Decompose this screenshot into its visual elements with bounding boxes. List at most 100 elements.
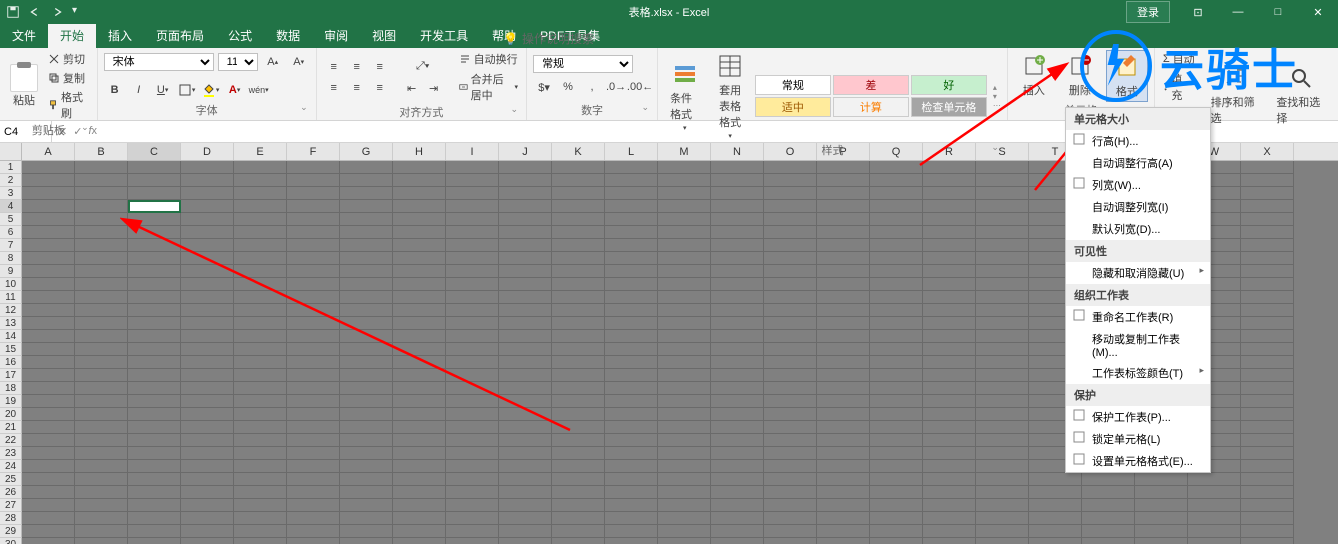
cell[interactable]: [870, 538, 923, 544]
dropdown-item[interactable]: 隐藏和取消隐藏(U): [1066, 262, 1210, 284]
cell[interactable]: [181, 174, 234, 187]
col-header-B[interactable]: B: [75, 143, 128, 160]
row-header[interactable]: 14: [0, 330, 22, 343]
cell[interactable]: [1029, 525, 1082, 538]
cell[interactable]: [75, 278, 128, 291]
cell[interactable]: [976, 538, 1029, 544]
row-header[interactable]: 18: [0, 382, 22, 395]
cell[interactable]: [22, 200, 75, 213]
cell[interactable]: [393, 174, 446, 187]
cell[interactable]: [1241, 265, 1294, 278]
cell[interactable]: [446, 499, 499, 512]
cell[interactable]: [764, 174, 817, 187]
cell[interactable]: [75, 226, 128, 239]
row-header[interactable]: 19: [0, 395, 22, 408]
cell[interactable]: [605, 304, 658, 317]
cell[interactable]: [128, 421, 181, 434]
cell[interactable]: [287, 226, 340, 239]
cell[interactable]: [605, 408, 658, 421]
align-center-icon[interactable]: ≡: [346, 78, 368, 98]
cell[interactable]: [393, 265, 446, 278]
cell[interactable]: [764, 213, 817, 226]
cell[interactable]: [22, 174, 75, 187]
cell[interactable]: [658, 447, 711, 460]
cell[interactable]: [976, 421, 1029, 434]
cell[interactable]: [817, 226, 870, 239]
align-middle-icon[interactable]: ≡: [346, 57, 368, 77]
cell[interactable]: [499, 434, 552, 447]
style-差[interactable]: 差: [833, 75, 909, 95]
cell[interactable]: [552, 304, 605, 317]
cell[interactable]: [764, 304, 817, 317]
row-header[interactable]: 4: [0, 200, 22, 213]
cell[interactable]: [287, 486, 340, 499]
cell[interactable]: [552, 499, 605, 512]
cell[interactable]: [1241, 460, 1294, 473]
border-button[interactable]: ▾: [176, 80, 198, 100]
cell[interactable]: [1029, 512, 1082, 525]
cell[interactable]: [711, 395, 764, 408]
cell[interactable]: [923, 343, 976, 356]
cell[interactable]: [128, 278, 181, 291]
cell[interactable]: [605, 473, 658, 486]
cell[interactable]: [75, 317, 128, 330]
cell[interactable]: [287, 356, 340, 369]
cell[interactable]: [340, 434, 393, 447]
cell[interactable]: [181, 460, 234, 473]
cell[interactable]: [764, 473, 817, 486]
cell[interactable]: [552, 200, 605, 213]
align-top-icon[interactable]: ≡: [323, 57, 345, 77]
cell[interactable]: [340, 161, 393, 174]
cell[interactable]: [234, 447, 287, 460]
cell[interactable]: [446, 356, 499, 369]
style-好[interactable]: 好: [911, 75, 987, 95]
cell[interactable]: [75, 200, 128, 213]
cell[interactable]: [1135, 525, 1188, 538]
cell[interactable]: [234, 343, 287, 356]
cell[interactable]: [711, 317, 764, 330]
cell[interactable]: [1241, 304, 1294, 317]
cell[interactable]: [340, 447, 393, 460]
cell[interactable]: [923, 356, 976, 369]
cell[interactable]: [128, 525, 181, 538]
cell[interactable]: [499, 538, 552, 544]
cell[interactable]: [711, 343, 764, 356]
cell[interactable]: [287, 200, 340, 213]
cell[interactable]: [923, 265, 976, 278]
cell[interactable]: [234, 200, 287, 213]
row-header[interactable]: 13: [0, 317, 22, 330]
col-header-E[interactable]: E: [234, 143, 287, 160]
cut-button[interactable]: 剪切: [46, 50, 91, 68]
cell[interactable]: [234, 525, 287, 538]
cell[interactable]: [181, 395, 234, 408]
cell[interactable]: [499, 213, 552, 226]
cell[interactable]: [128, 330, 181, 343]
cell[interactable]: [499, 226, 552, 239]
cell[interactable]: [817, 330, 870, 343]
ribbon-options-icon[interactable]: ⊡: [1178, 0, 1218, 24]
cell[interactable]: [1241, 447, 1294, 460]
cell[interactable]: [976, 317, 1029, 330]
wrap-text-button[interactable]: 自动换行: [457, 50, 520, 68]
cell[interactable]: [764, 343, 817, 356]
cell[interactable]: [1241, 512, 1294, 525]
cell[interactable]: [287, 213, 340, 226]
cell[interactable]: [234, 538, 287, 544]
cell[interactable]: [181, 382, 234, 395]
cell[interactable]: [1241, 525, 1294, 538]
tab-文件[interactable]: 文件: [0, 23, 48, 48]
cell[interactable]: [976, 265, 1029, 278]
cell[interactable]: [870, 421, 923, 434]
autosum-button[interactable]: Σ自动: [1161, 50, 1201, 68]
cell[interactable]: [870, 317, 923, 330]
cell[interactable]: [75, 486, 128, 499]
cell[interactable]: [393, 447, 446, 460]
row-header[interactable]: 11: [0, 291, 22, 304]
cell[interactable]: [658, 343, 711, 356]
cell[interactable]: [287, 473, 340, 486]
cell[interactable]: [340, 460, 393, 473]
cell[interactable]: [711, 187, 764, 200]
cell[interactable]: [234, 512, 287, 525]
cell[interactable]: [181, 330, 234, 343]
cell[interactable]: [658, 473, 711, 486]
